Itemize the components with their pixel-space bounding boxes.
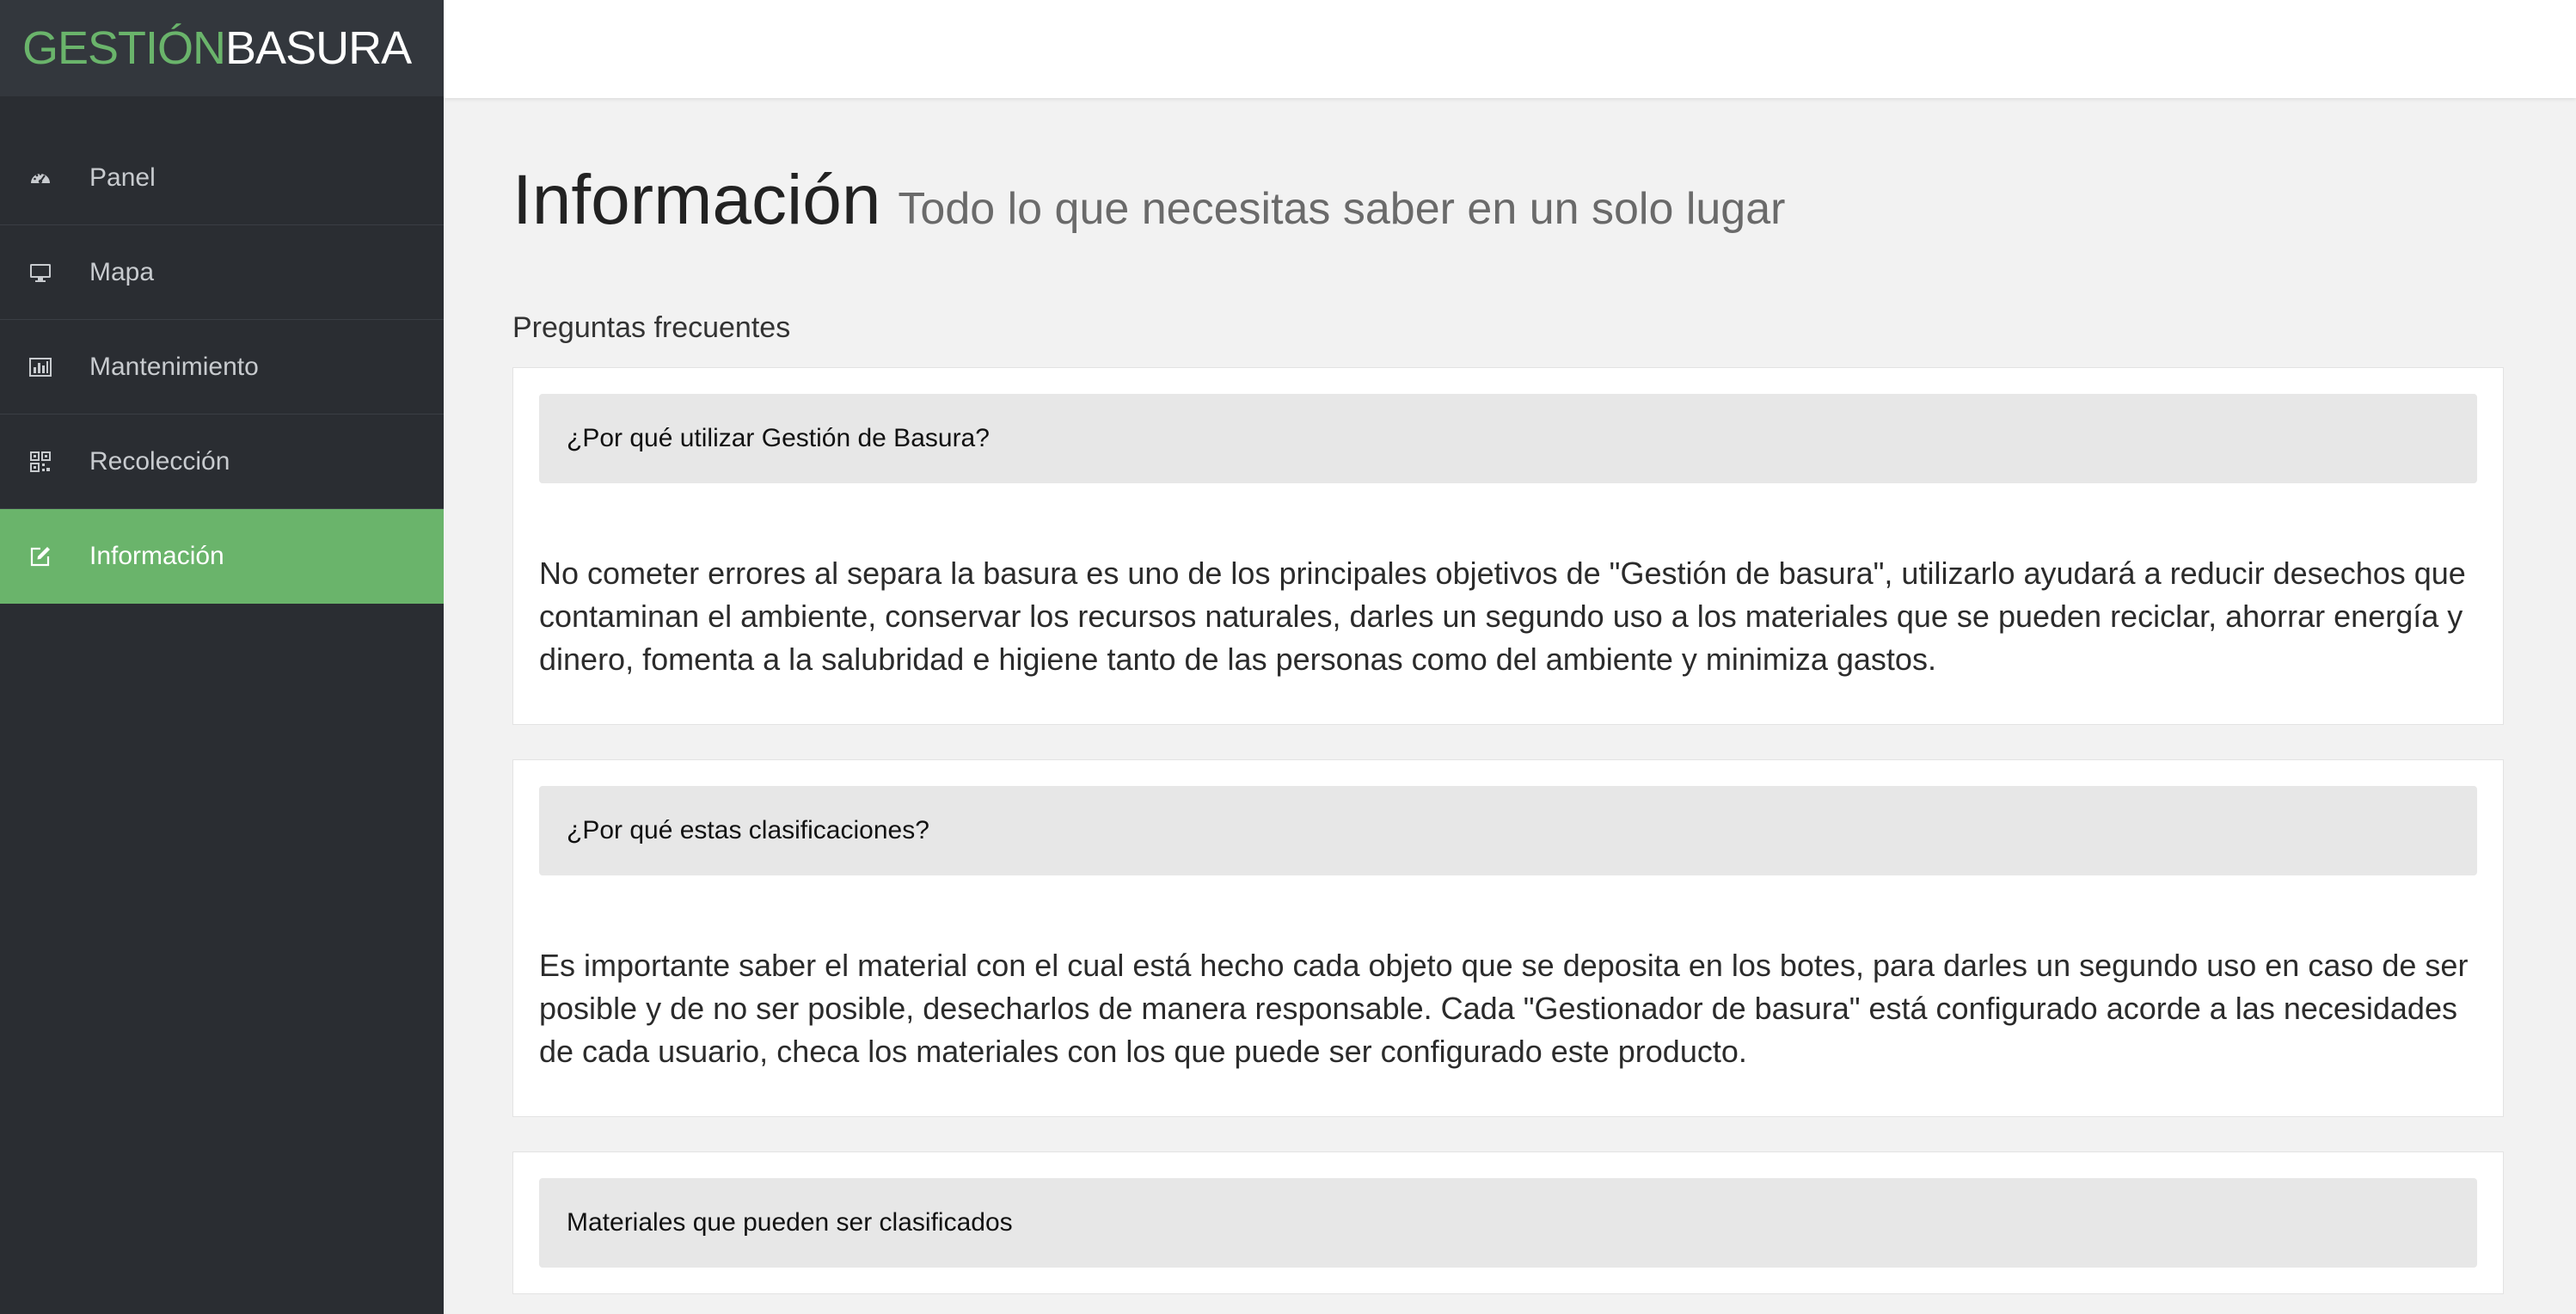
page-subtitle: Todo lo que necesitas saber en un solo l… xyxy=(898,184,1786,234)
faq-card: Materiales que pueden ser clasificados xyxy=(512,1151,2504,1294)
sidebar-item-label: Mantenimiento xyxy=(89,352,259,381)
sidebar-item-label: Información xyxy=(89,541,224,570)
faq-question[interactable]: Materiales que pueden ser clasificados xyxy=(539,1178,2477,1268)
dashboard-icon xyxy=(28,165,53,191)
faq-card: ¿Por qué utilizar Gestión de Basura? No … xyxy=(512,367,2504,725)
page-title: Información xyxy=(512,161,881,239)
sidebar-item-label: Panel xyxy=(89,163,156,192)
main-content: Información Todo lo que necesitas saber … xyxy=(512,98,2504,1294)
sidebar-item-panel[interactable]: Panel xyxy=(0,131,444,225)
faq-answer: Es importante saber el material con el c… xyxy=(539,948,2469,1069)
qrcode-icon xyxy=(28,449,53,475)
page-header: Información Todo lo que necesitas saber … xyxy=(512,160,2504,241)
section-label: Preguntas frecuentes xyxy=(512,311,791,344)
faq-card: ¿Por qué estas clasificaciones? Es impor… xyxy=(512,759,2504,1117)
top-bar xyxy=(444,0,2576,98)
monitor-icon xyxy=(28,260,53,286)
sidebar: GESTIÓNBASURA Panel Mapa Mantenimiento xyxy=(0,0,444,1314)
edit-icon xyxy=(28,543,53,569)
sidebar-item-recoleccion[interactable]: Recolección xyxy=(0,414,444,509)
sidebar-item-label: Mapa xyxy=(89,257,155,286)
bar-chart-icon xyxy=(28,354,53,380)
sidebar-item-mapa[interactable]: Mapa xyxy=(0,225,444,320)
sidebar-item-mantenimiento[interactable]: Mantenimiento xyxy=(0,320,444,414)
faq-question[interactable]: ¿Por qué estas clasificaciones? xyxy=(539,786,2477,875)
faq-question[interactable]: ¿Por qué utilizar Gestión de Basura? xyxy=(539,394,2477,483)
brand-part2: BASURA xyxy=(225,22,412,74)
app-root: GESTIÓNBASURA Panel Mapa Mantenimiento xyxy=(0,0,2576,1314)
sidebar-nav: Panel Mapa Mantenimiento Recolección Inf… xyxy=(0,131,444,604)
faq-answer: No cometer errores al separa la basura e… xyxy=(539,556,2466,677)
brand-part1: GESTIÓN xyxy=(22,22,226,74)
brand-logo[interactable]: GESTIÓN BASURA xyxy=(0,0,444,96)
sidebar-item-informacion[interactable]: Información xyxy=(0,509,444,604)
sidebar-item-label: Recolección xyxy=(89,446,230,476)
